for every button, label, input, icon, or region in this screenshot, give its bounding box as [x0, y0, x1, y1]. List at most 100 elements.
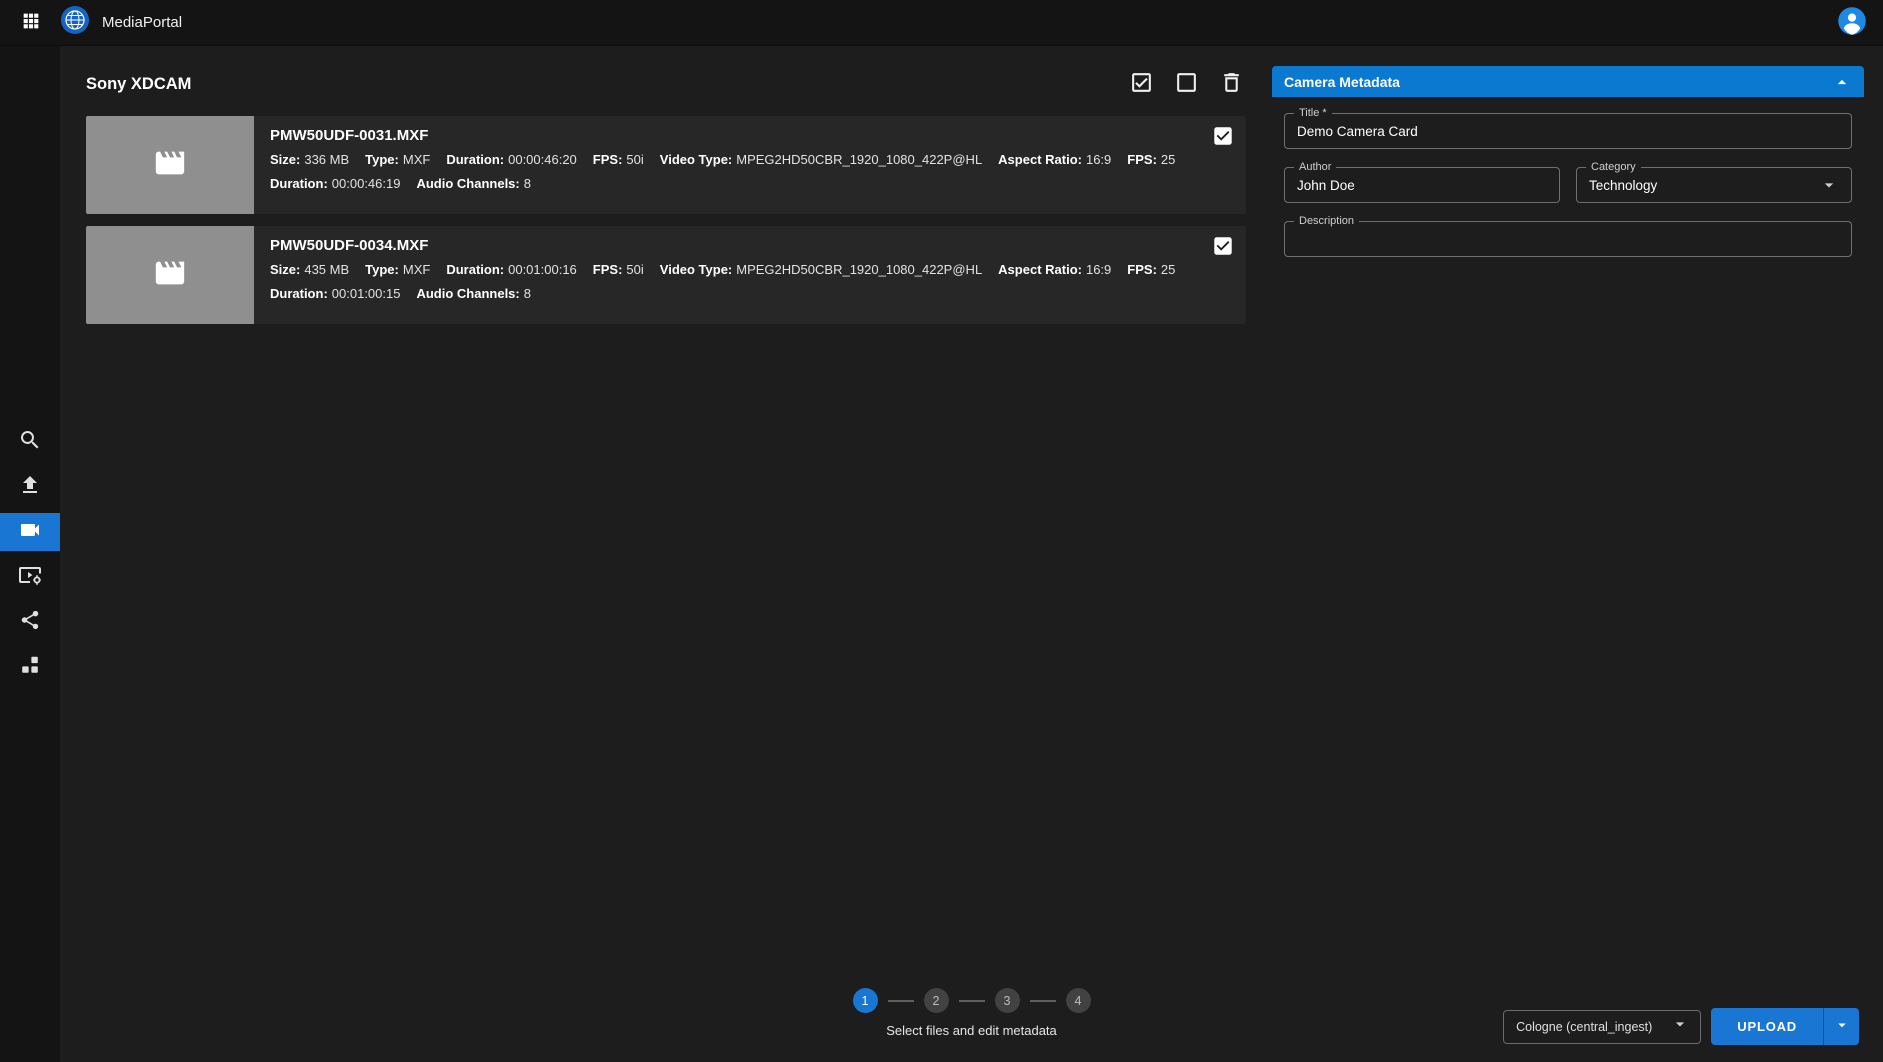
file-list: PMW50UDF-0031.MXFSize:336 MBType:MXFDura… — [86, 116, 1246, 324]
meta-value: 00:01:00:15 — [332, 286, 401, 301]
videocam-icon — [18, 518, 42, 545]
meta-label: FPS: — [1127, 152, 1157, 167]
check-box-blank-icon — [1174, 70, 1199, 98]
stepper-connector — [888, 1000, 914, 1002]
meta-value: 8 — [524, 176, 531, 191]
metadata-panel-header[interactable]: Camera Metadata — [1272, 66, 1864, 97]
file-select-checkbox[interactable] — [1212, 125, 1234, 150]
category-field-label: Category — [1586, 161, 1641, 174]
meta-pair: FPS:50i — [593, 152, 644, 167]
file-meta-line-2: Duration:00:00:46:19 Audio Channels: 8 — [270, 176, 1230, 191]
sidebar-item-workflow[interactable] — [0, 648, 60, 686]
meta-label: Video Type: — [660, 152, 732, 167]
file-info: PMW50UDF-0031.MXFSize:336 MBType:MXFDura… — [254, 116, 1246, 214]
trash-icon — [1219, 70, 1244, 98]
files-toolbar — [1127, 68, 1246, 100]
destination-select[interactable]: Cologne (central_ingest) — [1503, 1010, 1701, 1044]
sidebar — [0, 46, 60, 1062]
meta-label: Size: — [270, 262, 300, 277]
meta-value: MXF — [403, 262, 430, 277]
meta-label: FPS: — [593, 262, 623, 277]
user-avatar-button[interactable] — [1837, 6, 1867, 39]
meta-pair: Video Type:MPEG2HD50CBR_1920_1080_422P@H… — [660, 262, 982, 277]
file-thumbnail — [86, 226, 254, 324]
meta-pair: FPS:50i — [593, 262, 644, 277]
description-field-wrap: Description — [1284, 221, 1852, 257]
description-field[interactable] — [1297, 232, 1839, 247]
stepper-step-3[interactable]: 3 — [995, 988, 1020, 1013]
collapse-caret-up-icon — [1832, 72, 1852, 92]
sidebar-item-search[interactable] — [0, 423, 60, 461]
stepper-step-2[interactable]: 2 — [924, 988, 949, 1013]
meta-value: 16:9 — [1086, 262, 1111, 277]
main-content: Sony XDCAM — [60, 46, 1883, 1062]
checkbox-checked-icon — [1212, 235, 1234, 260]
meta-value: 25 — [1161, 262, 1175, 277]
author-field[interactable] — [1297, 178, 1547, 193]
file-card[interactable]: PMW50UDF-0034.MXFSize:435 MBType:MXFDura… — [86, 226, 1246, 324]
share-icon — [19, 609, 41, 634]
category-select[interactable]: Category Technology — [1576, 167, 1852, 203]
title-field[interactable] — [1297, 124, 1839, 139]
meta-pair: Size:336 MB — [270, 152, 349, 167]
deselect-all-button[interactable] — [1172, 68, 1201, 100]
meta-label: Type: — [365, 262, 399, 277]
meta-value: MPEG2HD50CBR_1920_1080_422P@HL — [736, 152, 982, 167]
metadata-panel-title: Camera Metadata — [1284, 74, 1400, 90]
chevron-down-icon — [1670, 1014, 1690, 1039]
file-meta-line-2: Duration:00:01:00:15 Audio Channels:8 — [270, 286, 1230, 301]
meta-pair: Aspect Ratio:16:9 — [998, 152, 1111, 167]
meta-pair: Size: 435 MB — [270, 262, 349, 277]
meta-label: Audio Channels: — [416, 176, 519, 191]
files-header: Sony XDCAM — [86, 68, 1246, 100]
meta-label: Audio Channels: — [416, 286, 519, 301]
file-card[interactable]: PMW50UDF-0031.MXFSize:336 MBType:MXFDura… — [86, 116, 1246, 214]
meta-value: 435 MB — [304, 262, 349, 277]
meta-value: 00:00:46:20 — [508, 152, 577, 167]
apps-grid-button[interactable] — [16, 6, 46, 39]
stepper-step-1[interactable]: 1 — [853, 988, 878, 1013]
meta-pair: Duration:00:01:00:15 — [270, 286, 400, 301]
meta-label: Duration: — [446, 262, 504, 277]
movie-icon — [153, 146, 187, 185]
meta-value: 50i — [626, 152, 643, 167]
category-selected-value: Technology — [1589, 178, 1811, 193]
meta-label: Size: — [270, 152, 300, 167]
meta-label: FPS: — [1127, 262, 1157, 277]
meta-label: Type: — [365, 152, 399, 167]
meta-label: Duration: — [446, 152, 504, 167]
chevron-down-icon — [1819, 175, 1839, 195]
author-field-wrap: Author — [1284, 167, 1560, 203]
brand: MediaPortal — [60, 5, 182, 40]
meta-pair: Audio Channels: 8 — [416, 176, 531, 191]
title-field-label: Title * — [1294, 107, 1332, 120]
file-thumbnail — [86, 116, 254, 214]
upload-icon — [18, 473, 42, 500]
meta-value: MXF — [403, 152, 430, 167]
stepper-step-4[interactable]: 4 — [1066, 988, 1091, 1013]
sidebar-item-share[interactable] — [0, 603, 60, 641]
check-box-checked-icon — [1129, 70, 1154, 98]
sidebar-item-media-settings[interactable] — [0, 558, 60, 596]
file-select-checkbox[interactable] — [1212, 235, 1234, 260]
meta-pair: FPS: 25 — [1127, 152, 1175, 167]
meta-value: 25 — [1161, 152, 1175, 167]
stepper-connector — [959, 1000, 985, 1002]
apps-grid-icon — [20, 10, 42, 35]
upload-options-button[interactable] — [1823, 1008, 1859, 1045]
select-all-button[interactable] — [1127, 68, 1156, 100]
app-logo-icon — [60, 5, 90, 40]
file-name: PMW50UDF-0031.MXF — [270, 127, 1230, 144]
upload-button[interactable]: UPLOAD — [1711, 1008, 1823, 1045]
meta-pair: Video Type: MPEG2HD50CBR_1920_1080_422P@H… — [660, 152, 982, 167]
sidebar-item-camera-ingest[interactable] — [0, 513, 60, 551]
upload-split-button: UPLOAD — [1711, 1008, 1859, 1045]
meta-pair: Duration:00:00:46:19 — [270, 176, 400, 191]
meta-label: Video Type: — [660, 262, 732, 277]
meta-pair: Audio Channels:8 — [416, 286, 531, 301]
meta-value: 50i — [626, 262, 643, 277]
sidebar-item-upload[interactable] — [0, 468, 60, 506]
user-avatar-icon — [1837, 6, 1867, 39]
checkbox-checked-icon — [1212, 125, 1234, 150]
delete-button[interactable] — [1217, 68, 1246, 100]
